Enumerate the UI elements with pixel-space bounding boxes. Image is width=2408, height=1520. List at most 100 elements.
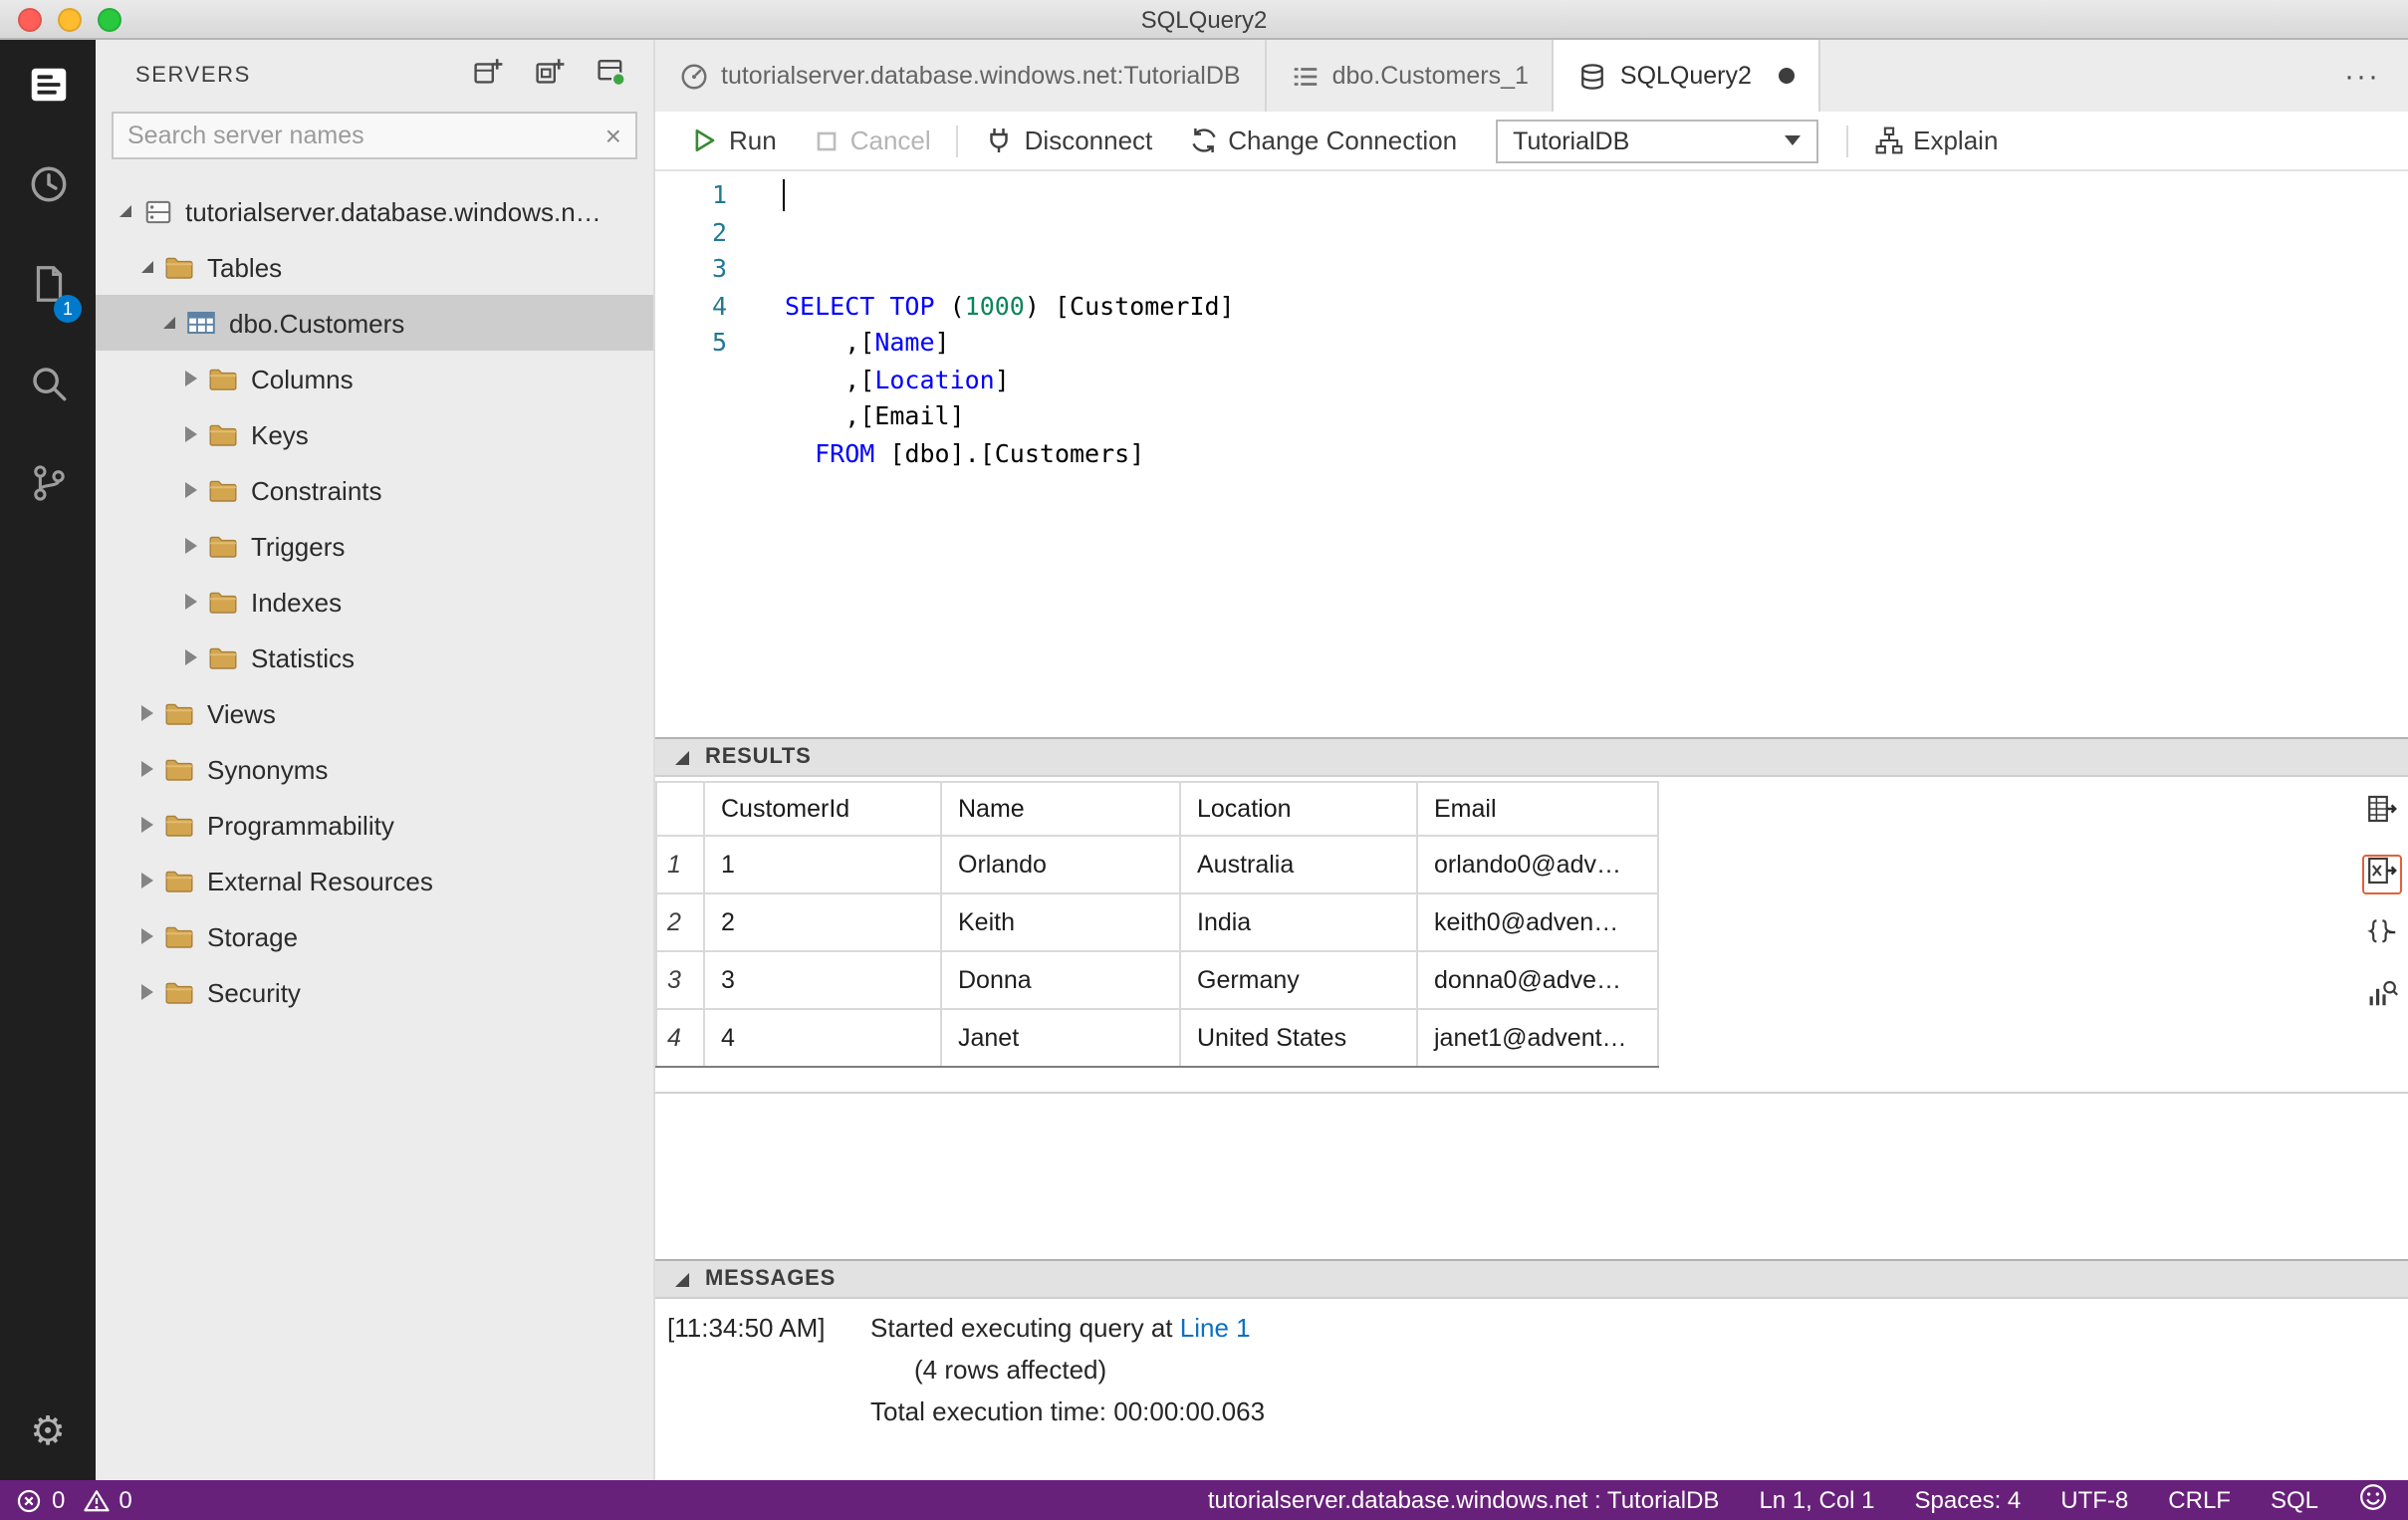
chevron-collapsed-icon[interactable] [133,761,161,777]
connection-status[interactable]: tutorialserver.database.windows.net : Tu… [1208,1486,1720,1514]
tree-item-dbo-customers[interactable]: dbo.Customers [96,295,653,351]
chevron-expanded-icon[interactable] [133,261,161,273]
column-header-customerid[interactable]: CustomerId [703,781,942,837]
result-cell[interactable]: donna0@adve… [1416,950,1659,1010]
chevron-collapsed-icon[interactable] [177,649,205,665]
result-cell[interactable]: 4 [703,1008,942,1068]
result-cell[interactable]: Germany [1179,950,1418,1010]
result-cell[interactable]: India [1179,892,1418,952]
activity-settings-button[interactable]: ⚙ [0,1381,96,1480]
tab-sqlquery2[interactable]: SQLQuery2 [1554,40,1821,112]
close-button[interactable] [18,7,42,31]
tab-tutorialserver-database-windows-net-tutorialdb[interactable]: tutorialserver.database.windows.net:Tuto… [655,40,1267,112]
result-cell[interactable]: United States [1179,1008,1418,1068]
tab-dbo-customers-1[interactable]: dbo.Customers_1 [1266,40,1555,112]
chevron-collapsed-icon[interactable] [133,817,161,833]
tree-item-tutorialserver-database-windows-n[interactable]: tutorialserver.database.windows.n… [96,183,653,239]
feedback-smiley-button[interactable] [2358,1482,2388,1518]
result-cell[interactable]: 3 [703,950,942,1010]
chevron-collapsed-icon[interactable] [133,984,161,1000]
chevron-expanded-icon[interactable] [112,205,139,217]
chevron-collapsed-icon[interactable] [133,705,161,721]
row-number-cell[interactable]: 3 [655,950,705,1010]
row-number-cell[interactable]: 4 [655,1008,705,1068]
tree-item-security[interactable]: Security [96,964,653,1020]
column-header-name[interactable]: Name [940,781,1181,837]
tree-item-indexes[interactable]: Indexes [96,574,653,630]
activity-servers-button[interactable] [0,40,96,139]
export-excel-button[interactable] [2362,855,2402,894]
tree-item-statistics[interactable]: Statistics [96,630,653,685]
folder-icon [161,976,197,1008]
tree-item-views[interactable]: Views [96,685,653,741]
run-button[interactable]: Run [671,112,795,169]
result-cell[interactable]: Keith [940,892,1181,952]
disconnect-button[interactable]: Disconnect [967,112,1171,169]
activity-query-editor-button[interactable]: 1 [0,239,96,339]
tree-item-keys[interactable]: Keys [96,406,653,462]
cancel-button[interactable]: Cancel [795,112,949,169]
chevron-collapsed-icon[interactable] [177,538,205,554]
result-cell[interactable]: keith0@adven… [1416,892,1659,952]
indentation[interactable]: Spaces: 4 [1915,1486,2022,1514]
encoding[interactable]: UTF-8 [2060,1486,2128,1514]
row-number-cell[interactable]: 2 [655,892,705,952]
language-mode[interactable]: SQL [2271,1486,2318,1514]
result-cell[interactable]: 1 [703,835,942,894]
sql-editor[interactable]: 1 2 3 4 5 SELECT TOP (1000) [CustomerId] ,[N… [655,171,2408,737]
clear-search-icon[interactable]: × [605,122,621,149]
result-cell[interactable]: Janet [940,1008,1181,1068]
results-panel-header[interactable]: RESULTS [655,737,2408,777]
cursor-position[interactable]: Ln 1, Col 1 [1759,1486,1874,1514]
active-connections-button[interactable] [594,58,629,94]
change-connection-button[interactable]: Change Connection [1170,112,1475,169]
chevron-collapsed-icon[interactable] [177,426,205,442]
activity-search-button[interactable] [0,339,96,438]
chevron-collapsed-icon[interactable] [177,594,205,610]
tree-item-columns[interactable]: Columns [96,351,653,406]
dirty-indicator [1779,68,1796,84]
result-cell[interactable]: Orlando [940,835,1181,894]
tree-item-storage[interactable]: Storage [96,908,653,964]
tree-item-tables[interactable]: Tables [96,239,653,295]
chevron-collapsed-icon[interactable] [133,873,161,888]
server-search-input[interactable] [127,122,605,149]
eol[interactable]: CRLF [2168,1486,2231,1514]
message-link[interactable]: Line 1 [1180,1313,1251,1343]
explain-button[interactable]: Explain [1855,112,2016,169]
tree-item-external-resources[interactable]: External Resources [96,853,653,908]
maximize-button[interactable] [98,7,121,31]
column-header-location[interactable]: Location [1179,781,1418,837]
messages-panel-header[interactable]: MESSAGES [655,1259,2408,1299]
more-actions-icon[interactable]: ··· [2316,59,2408,93]
errors-status[interactable]: 0 [16,1486,65,1514]
result-cell[interactable]: Australia [1179,835,1418,894]
view-chart-button[interactable] [2362,978,2402,1018]
chevron-collapsed-icon[interactable] [177,482,205,498]
tree-item-triggers[interactable]: Triggers [96,518,653,574]
export-csv-button[interactable] [2362,793,2402,833]
row-number-cell[interactable]: 1 [655,835,705,894]
activity-source-control-button[interactable] [0,438,96,538]
tree-item-programmability[interactable]: Programmability [96,797,653,853]
database-dropdown[interactable]: TutorialDB [1495,119,1818,162]
new-connection-button[interactable] [470,58,506,94]
result-cell[interactable]: janet1@advent… [1416,1008,1659,1068]
chevron-collapsed-icon[interactable] [133,928,161,944]
export-json-button[interactable] [2362,916,2402,956]
row-number-header[interactable] [655,781,705,837]
activity-task-history-button[interactable] [0,139,96,239]
column-header-email[interactable]: Email [1416,781,1659,837]
view-chart-icon [2366,977,2398,1019]
chevron-expanded-icon[interactable] [155,317,183,329]
result-cell[interactable]: Donna [940,950,1181,1010]
tree-item-constraints[interactable]: Constraints [96,462,653,518]
result-cell[interactable]: 2 [703,892,942,952]
tree-item-synonyms[interactable]: Synonyms [96,741,653,797]
result-cell[interactable]: orlando0@adv… [1416,835,1659,894]
line-numbers: 1 2 3 4 5 [655,171,755,737]
chevron-collapsed-icon[interactable] [177,371,205,386]
new-server-group-button[interactable] [532,58,568,94]
warnings-status[interactable]: 0 [83,1486,132,1514]
minimize-button[interactable] [58,7,82,31]
